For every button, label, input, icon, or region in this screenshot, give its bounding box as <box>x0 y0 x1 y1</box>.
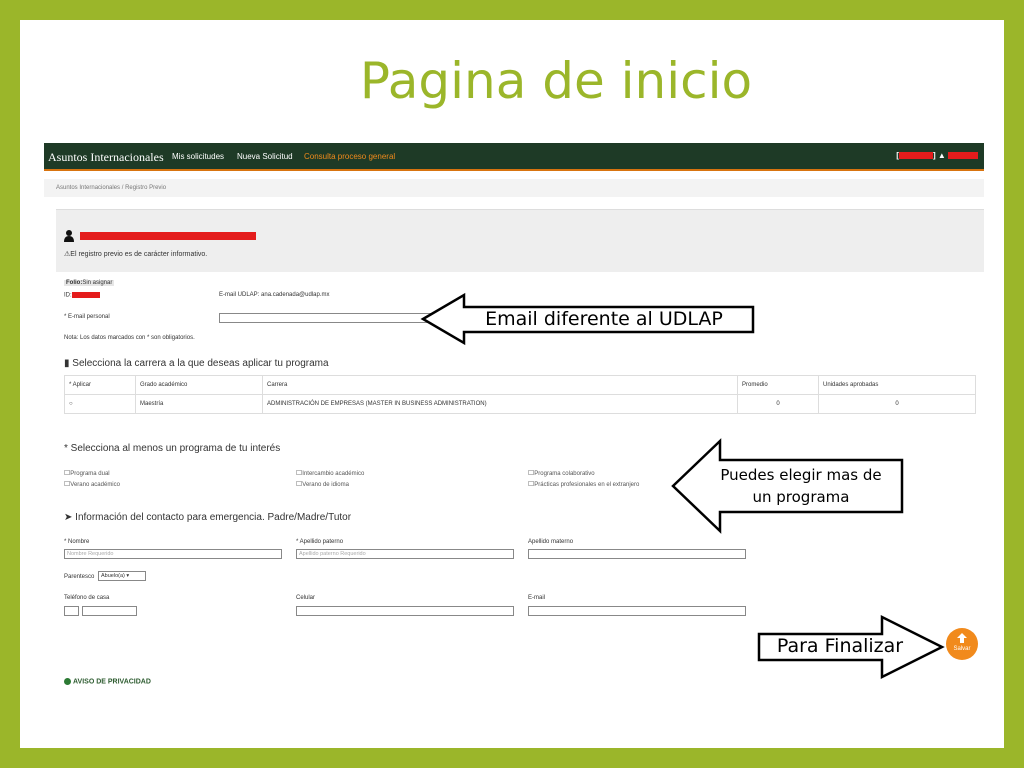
chevron-down-icon: ▾ <box>126 573 130 579</box>
email-contact-input[interactable] <box>528 606 746 616</box>
program-checkbox-colaborativo[interactable]: Programa colaborativo <box>528 469 594 477</box>
nav-link-nueva-solicitud[interactable]: Nueva Solicitud <box>237 152 293 161</box>
apply-radio[interactable]: ○ <box>64 394 136 414</box>
required-note: Nota: Los datos marcados con * son oblig… <box>64 335 195 341</box>
paterno-label: * Apellido paterno <box>296 539 344 545</box>
programs-heading: * Selecciona al menos un programa de tu … <box>64 443 281 454</box>
cell-carrera: ADMINISTRACIÓN DE EMPRESAS (MASTER IN BU… <box>262 394 738 414</box>
navbar: Asuntos Internacionales Mis solicitudes … <box>44 143 984 171</box>
emergency-heading: ➤ Información del contacto para emergenc… <box>64 512 352 523</box>
nav-link-consulta[interactable]: Consulta proceso general <box>304 152 395 161</box>
col-grado: Grado académico <box>135 375 263 395</box>
breadcrumb-sep: / <box>121 185 124 191</box>
panel-header: ⚠El registro previo es de carácter infor… <box>56 209 984 272</box>
parentesco-label: Parentesco <box>64 574 95 580</box>
breadcrumb-home[interactable]: Asuntos Internacionales <box>56 185 120 191</box>
save-button[interactable]: Salvar <box>946 628 978 660</box>
nombre-input[interactable]: Nombre Requerido <box>64 549 282 559</box>
col-carrera: Carrera <box>262 375 738 395</box>
privacy-link[interactable]: AVISO DE PRIVACIDAD <box>64 678 151 685</box>
folio: Folio:Sin asignar <box>64 280 115 286</box>
fire-icon: ▲ <box>937 151 946 160</box>
callout-programs-text: Puedes elegir mas de un programa <box>720 466 882 506</box>
info-icon <box>64 678 71 685</box>
col-promedio: Promedio <box>737 375 819 395</box>
breadcrumb: Asuntos Internacionales / Registro Previ… <box>44 179 984 197</box>
upload-cloud-icon <box>957 633 967 643</box>
program-checkbox-verano-idioma[interactable]: Verano de idioma <box>296 480 349 488</box>
send-icon: ➤ <box>64 512 73 523</box>
table-header-row: * Aplicar Grado académico Carrera Promed… <box>64 375 976 395</box>
parentesco-select[interactable]: Abuelo(a) ▾ <box>98 571 146 581</box>
user-icon <box>64 230 74 242</box>
cell-grado: Maestría <box>135 394 263 414</box>
program-checkbox-verano-academico[interactable]: Verano académico <box>64 480 120 488</box>
callout-email-text: Email diferente al UDLAP <box>485 308 723 330</box>
program-checkbox-dual[interactable]: Programa dual <box>64 469 109 477</box>
career-heading: ▮ Selecciona la carrera a la que deseas … <box>64 358 329 369</box>
materno-label: Apellido materno <box>528 539 574 545</box>
col-aplicar: * Aplicar <box>64 375 136 395</box>
email-contact-label: E-mail <box>528 595 546 601</box>
email-personal-label: * E-mail personal <box>64 314 110 320</box>
program-checkbox-intercambio[interactable]: Intercambio académico <box>296 469 364 477</box>
program-checkbox-practicas[interactable]: Prácticas profesionales en el extranjero <box>528 480 639 488</box>
nav-brand[interactable]: Asuntos Internacionales <box>48 150 164 165</box>
career-table: * Aplicar Grado académico Carrera Promed… <box>64 375 976 414</box>
celular-label: Celular <box>296 595 316 601</box>
materno-input[interactable] <box>528 549 746 559</box>
info-note: ⚠El registro previo es de carácter infor… <box>64 251 208 258</box>
callout-finalize-text: Para Finalizar <box>776 635 904 657</box>
telefono-input[interactable] <box>82 606 137 616</box>
telefono-lada-input[interactable] <box>64 606 79 616</box>
nombre-label: * Nombre <box>64 539 90 545</box>
book-icon: ▮ <box>64 358 70 369</box>
telefono-label: Teléfono de casa <box>64 595 110 601</box>
cell-unidades: 0 <box>818 394 976 414</box>
cell-promedio: 0 <box>737 394 819 414</box>
nav-link-mis-solicitudes[interactable]: Mis solicitudes <box>172 152 224 161</box>
paterno-input[interactable]: Apellido paterno Requerido <box>296 549 514 559</box>
celular-input[interactable] <box>296 606 514 616</box>
table-row: ○ Maestría ADMINISTRACIÓN DE EMPRESAS (M… <box>64 394 976 414</box>
redacted-username <box>948 152 978 160</box>
col-unidades: Unidades aprobadas <box>818 375 976 395</box>
slide-title: Pagina de inicio <box>359 52 753 110</box>
redacted-student-id <box>71 292 100 298</box>
id-label: ID: <box>64 292 100 299</box>
redacted-id <box>898 152 933 160</box>
breadcrumb-current: Registro Previo <box>125 185 167 191</box>
redacted-user-name <box>80 232 256 240</box>
email-personal-input[interactable] <box>219 313 441 323</box>
email-udlap: E-mail UDLAP: ana.cadenada@udlap.mx <box>219 292 330 298</box>
nav-user[interactable]: [] ▲ <box>896 151 978 160</box>
